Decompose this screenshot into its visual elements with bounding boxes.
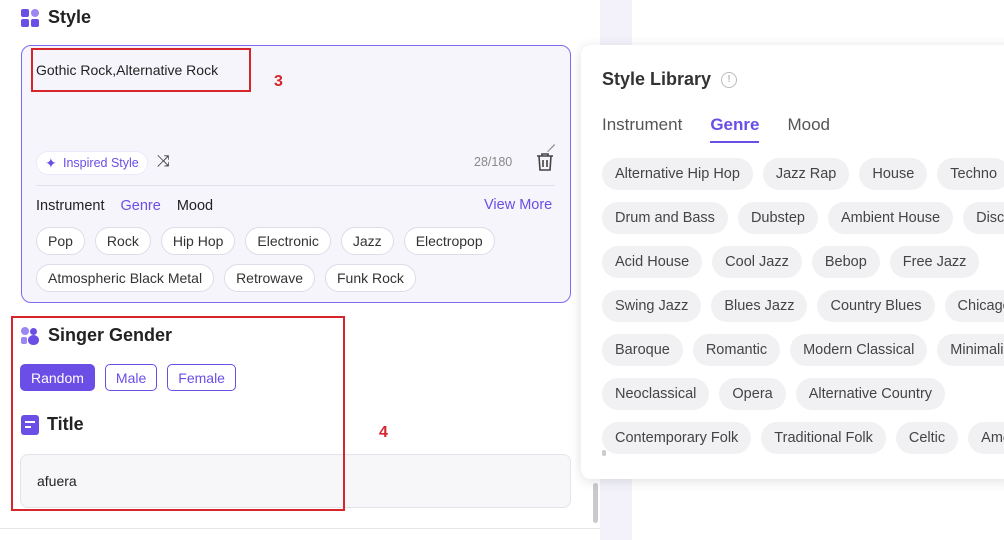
- style-grid-icon: [20, 8, 40, 28]
- annotation-label-3: 3: [274, 73, 283, 90]
- tab-genre[interactable]: Genre: [121, 198, 161, 214]
- style-tags-row-1: Pop Rock Hip Hop Electronic Jazz Electro…: [36, 227, 495, 255]
- style-library-title: Style Library: [602, 69, 712, 89]
- library-tag[interactable]: Modern Classical: [790, 334, 928, 366]
- style-section-header: Style: [20, 7, 91, 28]
- style-tag[interactable]: Electropop: [403, 227, 495, 255]
- sparkle-icon: ✦: [45, 155, 57, 171]
- library-tag[interactable]: Contemporary Folk: [602, 422, 752, 454]
- library-row: Baroque Romantic Modern Classical Minima…: [602, 334, 1004, 366]
- library-tag[interactable]: Chicago Blues: [944, 290, 1004, 322]
- style-section-title: Style: [48, 7, 92, 27]
- library-tag[interactable]: Acid House: [602, 246, 703, 278]
- style-tag[interactable]: Atmospheric Black Metal: [36, 264, 215, 292]
- library-tag[interactable]: Swing Jazz: [602, 290, 702, 322]
- style-tag[interactable]: Jazz: [340, 227, 394, 255]
- library-tag[interactable]: Jazz Rap: [762, 158, 850, 190]
- library-row: Contemporary Folk Traditional Folk Celti…: [602, 422, 1004, 454]
- library-tag[interactable]: Cool Jazz: [712, 246, 802, 278]
- library-row: Alternative Hip Hop Jazz Rap House Techn…: [602, 158, 1004, 190]
- textarea-resize-handle[interactable]: [545, 135, 555, 145]
- library-tag[interactable]: Minimalism: [937, 334, 1004, 366]
- library-tag[interactable]: Dubstep: [737, 202, 818, 234]
- inspired-style-button[interactable]: ✦ Inspired Style: [36, 151, 148, 175]
- view-more-link[interactable]: View More: [484, 197, 552, 213]
- library-tag[interactable]: Romantic: [692, 334, 781, 366]
- library-tag[interactable]: Ambient House: [827, 202, 954, 234]
- library-row: Swing Jazz Blues Jazz Country Blues Chic…: [602, 290, 1004, 322]
- library-tag[interactable]: Blues Jazz: [711, 290, 808, 322]
- style-library-panel: Style Library ! Instrument Genre Mood Al…: [581, 45, 1004, 479]
- library-tag[interactable]: Baroque: [602, 334, 683, 366]
- library-tag[interactable]: Celtic: [895, 422, 959, 454]
- style-tag[interactable]: Pop: [36, 227, 85, 255]
- annotation-box-4: [11, 316, 345, 511]
- library-tab-genre[interactable]: Genre: [710, 115, 760, 143]
- library-tag[interactable]: Bebop: [811, 246, 880, 278]
- style-category-tabs: Instrument Genre Mood: [36, 198, 213, 214]
- library-row: Neoclassical Opera Alternative Country: [602, 378, 946, 410]
- style-box-divider: [36, 185, 555, 186]
- library-tag[interactable]: Americana: [968, 422, 1004, 454]
- shuffle-icon[interactable]: ⤨: [157, 153, 170, 171]
- style-tag[interactable]: Electronic: [245, 227, 331, 255]
- library-tag[interactable]: Techno: [937, 158, 1004, 190]
- character-count: 28/180: [474, 155, 513, 169]
- tab-instrument[interactable]: Instrument: [36, 198, 105, 214]
- style-tag[interactable]: Rock: [94, 227, 151, 255]
- library-tag[interactable]: Country Blues: [817, 290, 935, 322]
- style-tag[interactable]: Funk Rock: [324, 264, 416, 292]
- library-tag[interactable]: Alternative Hip Hop: [602, 158, 753, 190]
- library-tag[interactable]: Neoclassical: [602, 378, 710, 410]
- library-tab-instrument[interactable]: Instrument: [602, 115, 682, 143]
- main-scrollbar[interactable]: [593, 483, 598, 523]
- style-tag[interactable]: Hip Hop: [160, 227, 236, 255]
- footer-divider: [0, 528, 600, 529]
- annotation-label-4: 4: [379, 424, 388, 441]
- library-tabs: Instrument Genre Mood: [602, 115, 830, 143]
- info-icon[interactable]: !: [721, 72, 737, 88]
- library-scrollbar[interactable]: [602, 450, 606, 456]
- inspired-style-label: Inspired Style: [63, 156, 139, 170]
- library-row: Drum and Bass Dubstep Ambient House Disc…: [602, 202, 1004, 234]
- library-row: Acid House Cool Jazz Bebop Free Jazz: [602, 246, 980, 278]
- library-tag[interactable]: Drum and Bass: [602, 202, 728, 234]
- library-tag[interactable]: Free Jazz: [889, 246, 980, 278]
- library-tag[interactable]: Alternative Country: [795, 378, 946, 410]
- tab-mood[interactable]: Mood: [177, 198, 213, 214]
- style-tags-row-2: Atmospheric Black Metal Retrowave Funk R…: [36, 264, 416, 292]
- annotation-box-3: [31, 48, 251, 92]
- library-tag[interactable]: House: [859, 158, 928, 190]
- library-tag[interactable]: Disco: [963, 202, 1004, 234]
- library-tag[interactable]: Traditional Folk: [761, 422, 886, 454]
- library-tab-mood[interactable]: Mood: [787, 115, 830, 143]
- style-tag[interactable]: Retrowave: [224, 264, 315, 292]
- library-tag[interactable]: Opera: [719, 378, 786, 410]
- trash-icon[interactable]: [536, 152, 554, 172]
